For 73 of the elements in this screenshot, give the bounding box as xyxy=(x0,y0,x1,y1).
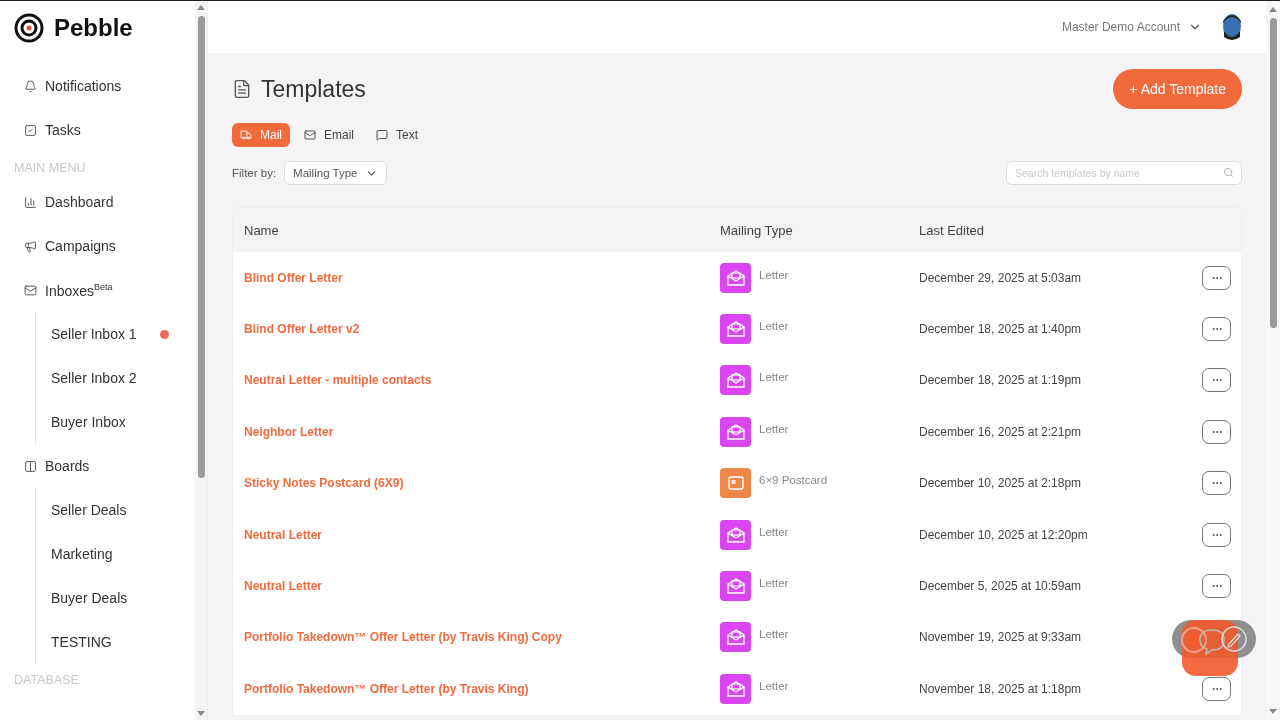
document-icon xyxy=(232,79,252,99)
last-edited-date: December 29, 2025 at 5:03am xyxy=(919,270,1082,285)
more-options-button[interactable] xyxy=(1202,317,1231,342)
more-options-button[interactable] xyxy=(1202,676,1231,701)
nav-item[interactable]: Notifications xyxy=(14,64,195,108)
column-header: Last Edited xyxy=(908,208,1190,252)
last-edited-date: December 18, 2025 at 1:19pm xyxy=(919,373,1082,388)
brand-name: Pebble xyxy=(54,14,133,42)
mailing-type-dropdown[interactable]: Mailing Type xyxy=(284,161,388,185)
mailing-type-label: Letter xyxy=(759,628,789,641)
nav-subitem[interactable]: Seller Deals xyxy=(36,488,195,532)
envelope-letter-icon xyxy=(726,578,745,595)
more-options-button[interactable] xyxy=(1202,265,1231,290)
megaphone-icon xyxy=(24,239,37,253)
chart-icon xyxy=(24,195,37,209)
tab[interactable]: Text xyxy=(368,123,427,147)
mailing-type-label: Letter xyxy=(759,422,789,435)
filter-label: Filter by: xyxy=(232,167,277,179)
more-options-button[interactable] xyxy=(1202,419,1231,444)
column-header: Mailing Type xyxy=(709,208,908,252)
envelope-icon xyxy=(24,283,37,297)
mailing-type-label: 6×9 Postcard xyxy=(759,474,828,487)
envelope-icon xyxy=(304,129,316,141)
last-edited-date: November 18, 2025 at 1:18pm xyxy=(919,681,1082,696)
columns-icon xyxy=(24,459,37,473)
last-edited-date: December 16, 2025 at 2:21pm xyxy=(919,424,1082,439)
envelope-letter-icon xyxy=(726,629,745,646)
mailing-type-label: Letter xyxy=(759,371,789,384)
page-title: Templates xyxy=(261,75,366,103)
nav-item[interactable]: Campaigns xyxy=(14,224,195,268)
nav-item[interactable]: Inboxes$^{Beta}$ xyxy=(14,268,195,312)
postcard-icon xyxy=(727,476,744,491)
truck-icon xyxy=(240,129,252,141)
page-scrollbar[interactable] xyxy=(1266,1,1280,720)
account-menu[interactable]: Master Demo Account xyxy=(1061,20,1202,34)
speech-bubble-icon xyxy=(376,129,389,141)
bell-icon xyxy=(24,79,37,93)
mailing-type-label: Letter xyxy=(759,679,789,692)
envelope-letter-icon xyxy=(726,423,745,440)
column-header: Name xyxy=(233,208,709,252)
envelope-letter-icon xyxy=(726,321,745,338)
nav-subitem[interactable]: Marketing xyxy=(36,532,195,576)
nav-subitem[interactable]: Buyer Inbox xyxy=(36,400,195,444)
nav-subitem[interactable]: Buyer Deals xyxy=(36,576,195,620)
envelope-letter-icon xyxy=(726,269,745,286)
last-edited-date: December 10, 2025 at 2:18pm xyxy=(919,476,1082,491)
mailing-type-label: Letter xyxy=(759,577,789,590)
last-edited-date: December 10, 2025 at 12:20pm xyxy=(919,527,1088,542)
logo-icon xyxy=(14,13,44,43)
more-options-button[interactable] xyxy=(1202,574,1231,599)
more-options-button[interactable] xyxy=(1202,368,1231,393)
envelope-letter-icon xyxy=(726,526,745,543)
search-icon xyxy=(1223,167,1234,178)
last-edited-date: December 5, 2025 at 10:59am xyxy=(919,579,1082,594)
envelope-letter-icon xyxy=(726,372,745,389)
nav-item[interactable]: Tasks xyxy=(14,108,195,152)
mailing-type-label: Letter xyxy=(759,268,789,281)
nav-subitem[interactable]: Seller Inbox 1 xyxy=(36,312,195,356)
avatar-icon[interactable] xyxy=(1220,13,1244,41)
nav-subitem[interactable]: Seller Inbox 2 xyxy=(36,356,195,400)
nav-item[interactable]: Boards xyxy=(14,444,195,488)
last-edited-date: December 18, 2025 at 1:40pm xyxy=(919,322,1082,337)
envelope-letter-icon xyxy=(726,680,745,697)
nav-subitem[interactable]: TESTING xyxy=(36,620,195,664)
sidebar-scrollbar[interactable] xyxy=(195,1,207,720)
mailing-type-label: Letter xyxy=(759,320,789,333)
last-edited-date: November 19, 2025 at 9:33am xyxy=(919,630,1082,645)
checkbox-icon xyxy=(24,123,37,137)
more-options-button[interactable] xyxy=(1202,522,1231,547)
tab[interactable]: Email xyxy=(296,123,363,147)
nav-item[interactable]: Dashboard xyxy=(14,180,195,224)
mailing-type-label: Letter xyxy=(759,525,789,538)
more-options-button[interactable] xyxy=(1202,471,1231,496)
